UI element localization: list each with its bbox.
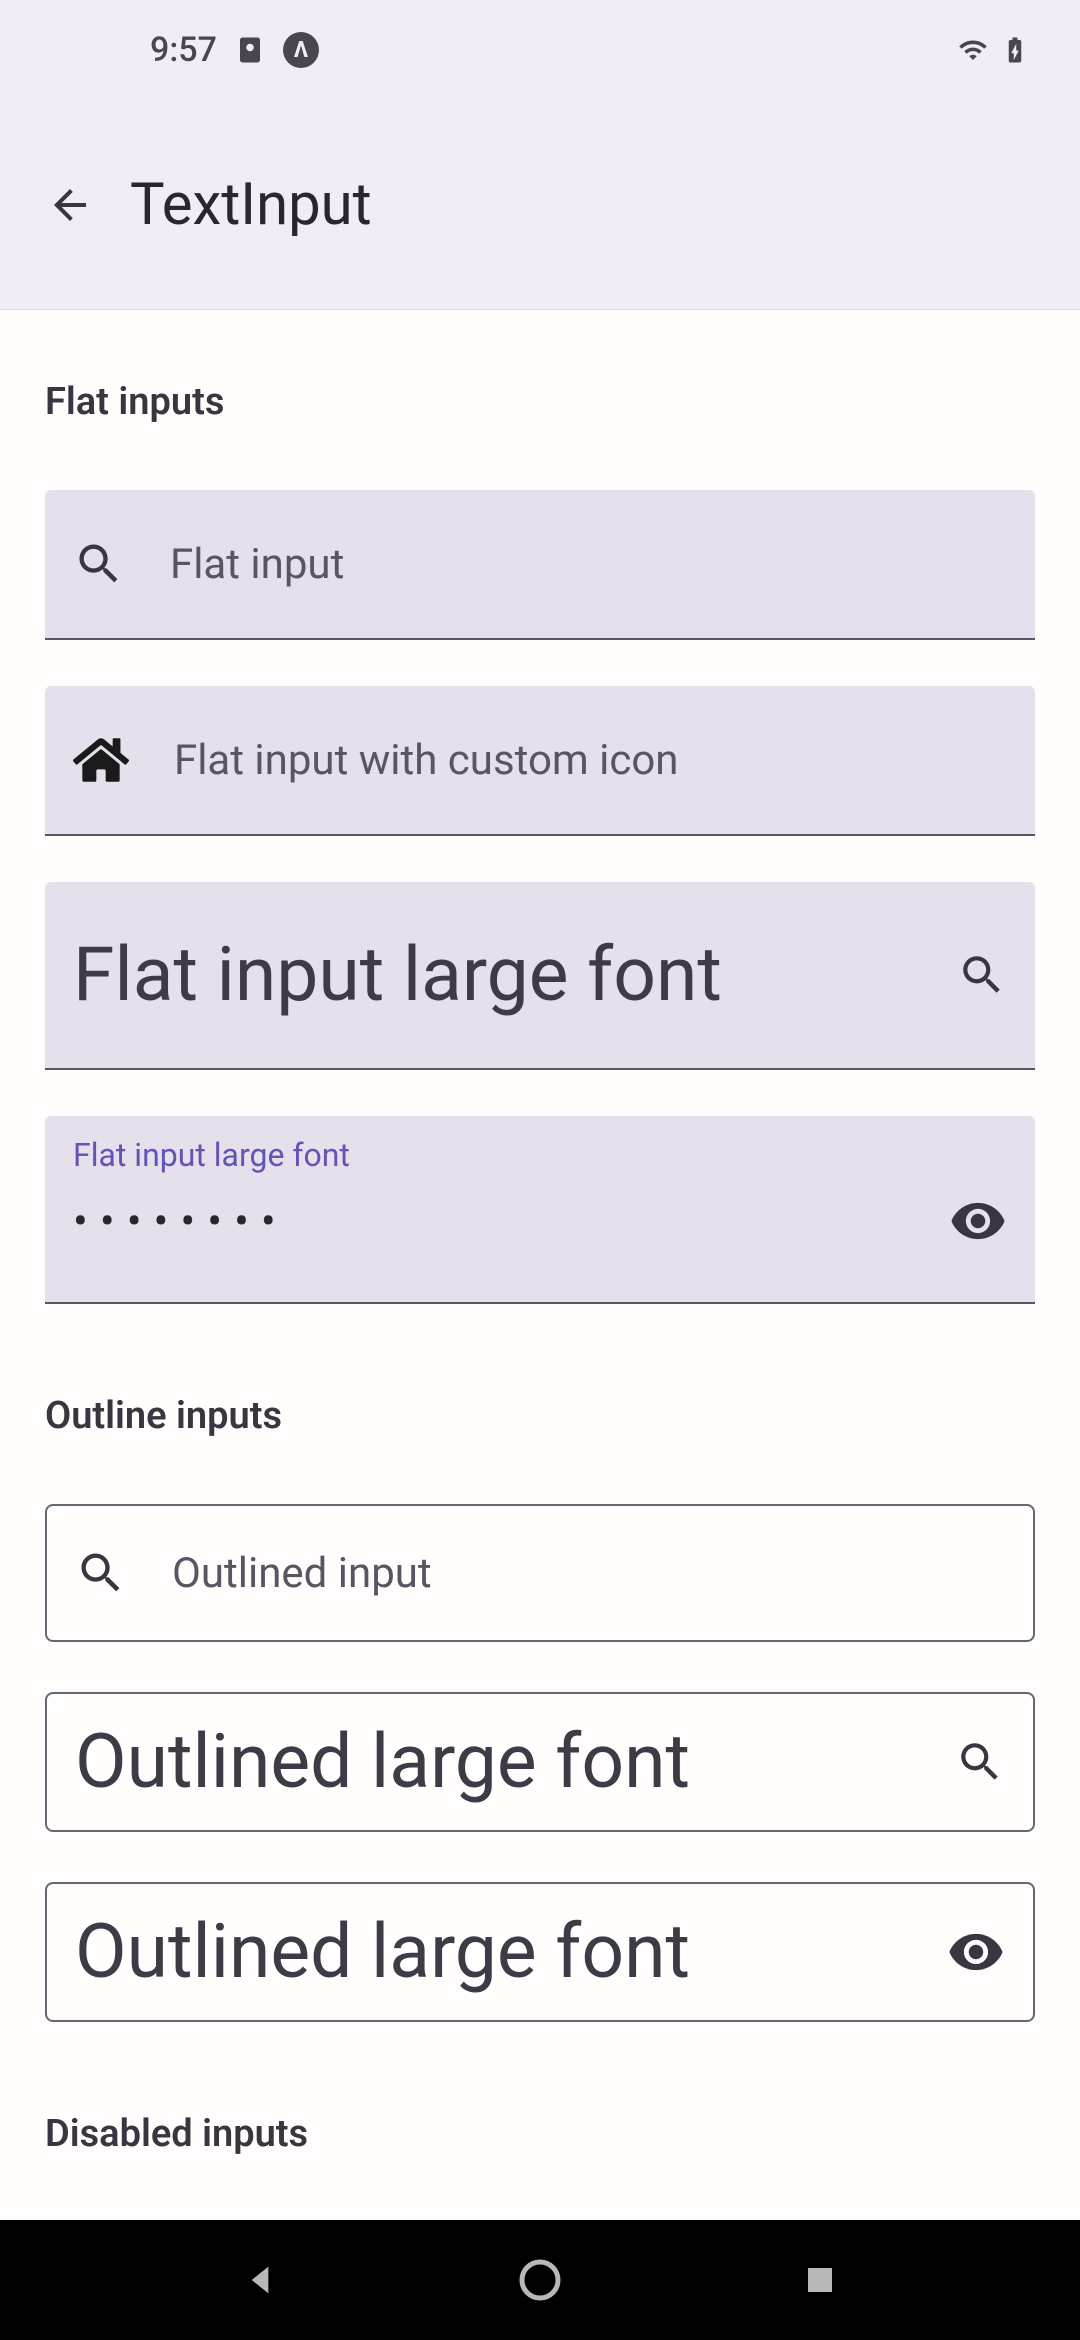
password-row: ••••••••	[73, 1192, 1007, 1250]
circle-icon	[516, 2256, 564, 2304]
nav-recent-button[interactable]	[792, 2252, 848, 2308]
square-icon	[802, 2262, 838, 2298]
navigation-bar	[0, 2220, 1080, 2340]
status-time: 9:57	[150, 30, 217, 70]
outlined-input-placeholder: Outlined large font	[75, 1718, 955, 1806]
nav-back-button[interactable]	[232, 2252, 288, 2308]
flat-input-1[interactable]: Flat input	[45, 490, 1035, 640]
search-icon	[75, 1547, 127, 1599]
flat-input-placeholder: Flat input with custom icon	[174, 736, 679, 785]
password-label: Flat input large font	[73, 1136, 1007, 1174]
outlined-input-2[interactable]: Outlined large font	[45, 1692, 1035, 1832]
flat-input-placeholder: Flat input	[170, 540, 344, 589]
outlined-input-3[interactable]: Outlined large font	[45, 1882, 1035, 2022]
arrow-left-icon	[46, 181, 94, 229]
status-right	[958, 35, 1030, 65]
battery-icon	[1000, 35, 1030, 65]
outlined-input-placeholder: Outlined large font	[75, 1908, 947, 1996]
flat-input-2[interactable]: Flat input with custom icon	[45, 686, 1035, 836]
search-icon[interactable]	[955, 1737, 1005, 1787]
search-icon	[73, 538, 125, 590]
outlined-input-placeholder: Outlined input	[172, 1549, 432, 1598]
pricetag-icon	[235, 35, 265, 65]
status-left: 9:57 Λ	[150, 30, 319, 70]
expo-icon: Λ	[283, 32, 319, 68]
flat-input-placeholder: Flat input large font	[73, 931, 957, 1019]
back-button[interactable]	[40, 175, 100, 235]
app-bar: TextInput	[0, 100, 1080, 310]
flat-input-3[interactable]: Flat input large font	[45, 882, 1035, 1070]
content: Flat inputs Flat input Flat input with c…	[0, 310, 1080, 2220]
section-title-flat: Flat inputs	[45, 380, 1035, 424]
status-bar: 9:57 Λ	[0, 0, 1080, 100]
eye-icon[interactable]	[947, 1923, 1005, 1981]
home-icon	[73, 732, 129, 788]
nav-home-button[interactable]	[512, 2252, 568, 2308]
section-title-outline: Outline inputs	[45, 1394, 1035, 1438]
outlined-input-1[interactable]: Outlined input	[45, 1504, 1035, 1642]
section-title-disabled: Disabled inputs	[45, 2112, 1035, 2156]
flat-input-4[interactable]: Flat input large font ••••••••	[45, 1116, 1035, 1304]
eye-icon[interactable]	[949, 1192, 1007, 1250]
search-icon[interactable]	[957, 950, 1007, 1000]
triangle-left-icon	[240, 2260, 280, 2300]
password-value: ••••••••	[73, 1195, 288, 1247]
page-title: TextInput	[130, 171, 372, 239]
wifi-icon	[958, 35, 988, 65]
